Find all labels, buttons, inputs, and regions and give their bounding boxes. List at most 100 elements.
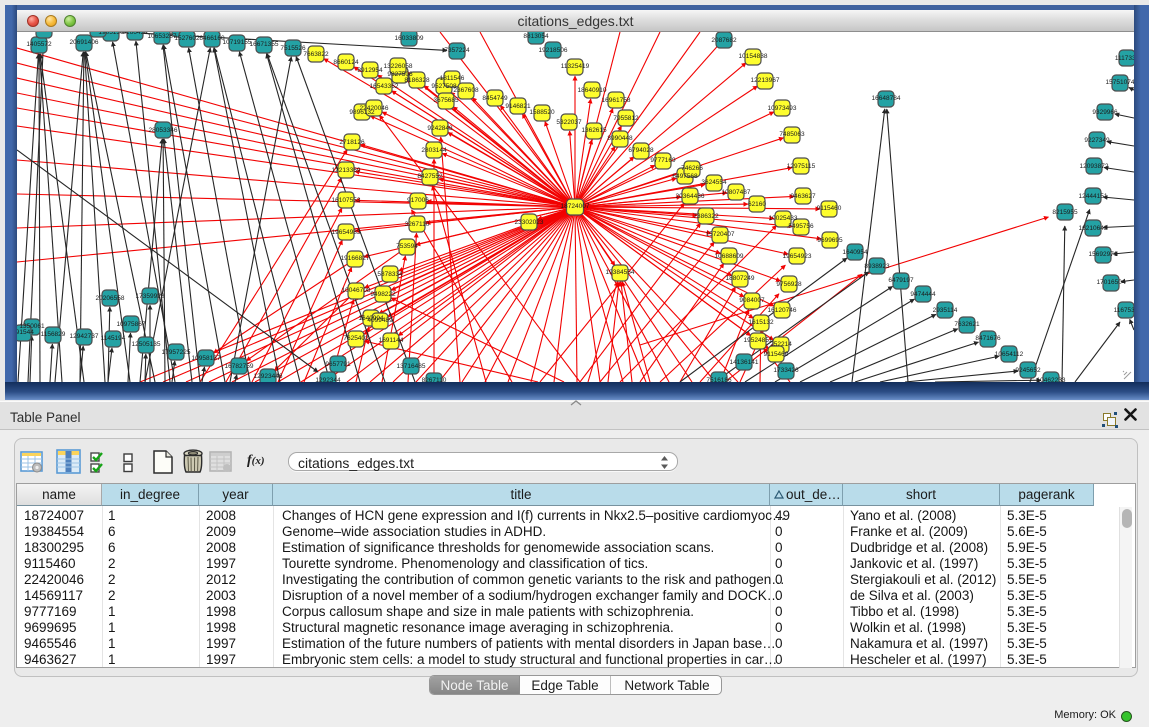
svg-text:1691144: 1691144 — [379, 337, 404, 344]
svg-text:9463627: 9463627 — [790, 193, 816, 200]
svg-text:10653287: 10653287 — [148, 33, 177, 40]
svg-text:7386322: 7386322 — [693, 213, 719, 220]
svg-text:1588520: 1588520 — [529, 109, 555, 116]
svg-text:10958137: 10958137 — [192, 355, 221, 362]
svg-text:7515526: 7515526 — [280, 45, 306, 52]
svg-text:15720407: 15720407 — [706, 231, 735, 238]
svg-text:9329966: 9329966 — [1092, 109, 1118, 116]
svg-text:28053346: 28053346 — [149, 127, 178, 134]
svg-text:1156829: 1156829 — [41, 331, 66, 338]
svg-text:3624554: 3624554 — [701, 179, 727, 186]
svg-text:10654112: 10654112 — [995, 351, 1024, 358]
svg-text:16961758: 16961758 — [602, 97, 631, 104]
svg-text:16033809: 16033809 — [395, 35, 424, 42]
svg-text:10046708: 10046708 — [342, 287, 371, 294]
svg-text:4099489: 4099489 — [367, 317, 393, 324]
svg-text:10975867: 10975867 — [117, 321, 146, 328]
svg-text:8912954: 8912954 — [357, 67, 383, 74]
svg-text:2367608: 2367608 — [453, 87, 479, 94]
svg-text:15751074: 15751074 — [1106, 79, 1134, 86]
svg-text:16543362: 16543362 — [370, 83, 399, 90]
svg-text:10973493: 10973493 — [768, 105, 797, 112]
svg-text:9146821: 9146821 — [505, 103, 531, 110]
svg-text:9498222: 9498222 — [370, 291, 396, 298]
svg-text:9777169: 9777169 — [650, 157, 676, 164]
svg-text:8186328: 8186328 — [404, 77, 430, 84]
svg-text:19166827: 19166827 — [341, 255, 370, 262]
svg-text:19384554: 19384554 — [606, 269, 635, 276]
svg-text:7625402: 7625402 — [343, 335, 369, 342]
svg-text:14136141: 14136141 — [730, 359, 759, 366]
svg-text:16107553: 16107553 — [332, 197, 361, 204]
svg-text:9242848: 9242848 — [427, 125, 453, 132]
svg-text:13716485: 13716485 — [397, 363, 426, 370]
svg-text:22420046: 22420046 — [360, 105, 389, 112]
svg-text:8660124: 8660124 — [333, 59, 359, 66]
svg-text:8990448: 8990448 — [607, 135, 633, 142]
svg-text:20206558: 20206558 — [96, 295, 125, 302]
svg-text:1117333: 1117333 — [1115, 55, 1134, 62]
svg-text:16120746: 16120746 — [768, 307, 797, 314]
svg-text:1167533: 1167533 — [1114, 307, 1134, 314]
svg-text:5495756: 5495756 — [788, 223, 814, 230]
svg-text:1145194: 1145194 — [101, 335, 126, 342]
svg-text:8471676: 8471676 — [975, 335, 1001, 342]
svg-text:19654983: 19654983 — [332, 229, 361, 236]
svg-text:7955812: 7955812 — [613, 115, 639, 122]
svg-text:20364436: 20364436 — [676, 193, 705, 200]
svg-text:9227349: 9227349 — [1084, 137, 1110, 144]
svg-text:8215955: 8215955 — [1052, 209, 1078, 216]
svg-text:7357224: 7357224 — [444, 47, 470, 54]
svg-text:2803144: 2803144 — [421, 147, 447, 154]
svg-text:12923446: 12923446 — [254, 373, 283, 380]
svg-text:6479197: 6479197 — [888, 277, 914, 284]
svg-text:3267110: 3267110 — [405, 221, 430, 228]
svg-text:9084007: 9084007 — [739, 297, 765, 304]
svg-text:18807249: 18807249 — [726, 275, 755, 282]
svg-text:2718126: 2718126 — [339, 139, 365, 146]
svg-text:6794028: 6794028 — [628, 147, 654, 154]
svg-text:16782759: 16782759 — [225, 363, 254, 370]
svg-text:17016504: 17016504 — [1097, 279, 1126, 286]
svg-text:1640954: 1640954 — [842, 249, 868, 256]
svg-text:19218506: 19218506 — [539, 47, 568, 54]
svg-text:9657791: 9657791 — [325, 361, 351, 368]
svg-text:20691406: 20691406 — [70, 39, 99, 46]
svg-text:8427552: 8427552 — [417, 173, 443, 180]
svg-text:12942737: 12942737 — [70, 333, 99, 340]
svg-text:16648784: 16648784 — [872, 95, 901, 102]
svg-text:9115460: 9115460 — [817, 205, 842, 212]
svg-text:7485063: 7485063 — [779, 131, 805, 138]
svg-text:12093872: 12093872 — [1080, 163, 1109, 170]
svg-text:16671355: 16671355 — [250, 41, 279, 48]
svg-text:753594: 753594 — [396, 243, 418, 250]
svg-text:17359928: 17359928 — [136, 293, 165, 300]
svg-text:9474444: 9474444 — [910, 291, 936, 298]
svg-text:2935114: 2935114 — [933, 307, 958, 314]
svg-text:7632621: 7632621 — [954, 321, 980, 328]
svg-text:10807487: 10807487 — [722, 189, 751, 196]
svg-text:3166434: 3166434 — [122, 32, 148, 36]
svg-text:19524851: 19524851 — [744, 337, 773, 344]
svg-text:7663822: 7663822 — [303, 51, 329, 58]
svg-text:62160: 62160 — [748, 201, 766, 208]
svg-text:8813054: 8813054 — [523, 33, 549, 40]
svg-text:1811546: 1811546 — [440, 75, 465, 82]
svg-text:13226058: 13226058 — [384, 63, 413, 70]
svg-text:9699695: 9699695 — [817, 237, 843, 244]
svg-text:12213967: 12213967 — [751, 77, 780, 84]
svg-text:1733426: 1733426 — [773, 367, 799, 374]
svg-text:9756928: 9756928 — [776, 281, 802, 288]
svg-text:12213369: 12213369 — [332, 167, 361, 174]
svg-text:5322037: 5322037 — [556, 119, 582, 126]
svg-text:9115460: 9115460 — [764, 351, 789, 358]
svg-text:1615132: 1615132 — [748, 319, 774, 326]
svg-text:23302023: 23302023 — [515, 219, 544, 226]
svg-text:391544: 391544 — [17, 329, 34, 336]
svg-text:15692971: 15692971 — [1089, 251, 1118, 258]
svg-text:17957225: 17957225 — [162, 349, 191, 356]
svg-text:10719155: 10719155 — [223, 39, 252, 46]
svg-text:8938923: 8938923 — [864, 263, 890, 270]
svg-text:1905136: 1905136 — [98, 32, 124, 36]
svg-text:12505135: 12505135 — [132, 341, 161, 348]
